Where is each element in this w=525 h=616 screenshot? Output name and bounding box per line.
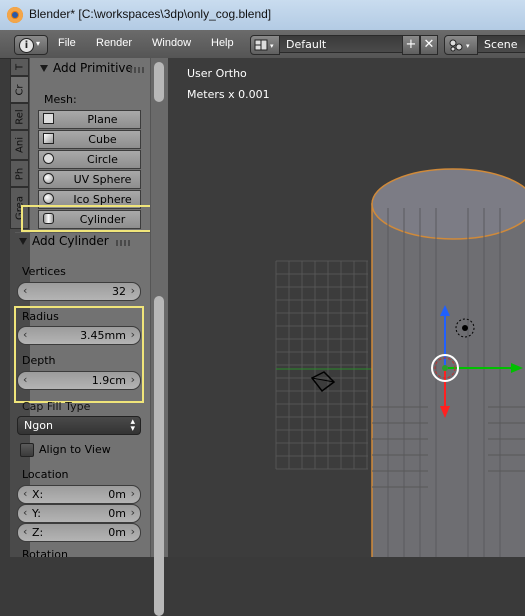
panel-drag-handle-icon[interactable]: [116, 240, 130, 246]
close-icon: ✕: [423, 37, 435, 52]
tab-label: T: [14, 63, 25, 71]
tab-animation[interactable]: Ani: [10, 130, 29, 160]
panel-title: Add Cylinder: [32, 234, 109, 248]
info-icon: i: [19, 38, 34, 53]
vertices-value: 32: [112, 285, 126, 298]
screen-layout-browse-button[interactable]: ▾: [250, 35, 280, 55]
increment-arrow-icon[interactable]: ›: [131, 506, 135, 519]
scroll-thumb-lower[interactable]: [154, 296, 164, 616]
uv-sphere-icon: [43, 173, 54, 184]
viewport-scene: [275, 168, 525, 557]
menu-window[interactable]: Window: [152, 37, 191, 49]
delete-screen-button[interactable]: ✕: [420, 35, 438, 55]
location-x-field[interactable]: ‹ X: 0m ›: [17, 485, 141, 504]
mesh-label: Mesh:: [44, 93, 77, 106]
axis-label: Y:: [32, 507, 41, 520]
tab-create[interactable]: Cr: [10, 76, 29, 103]
location-label: Location: [22, 468, 69, 481]
menu-render[interactable]: Render: [96, 37, 132, 49]
panel-drag-handle-icon[interactable]: [130, 67, 144, 73]
svg-text:▾: ▾: [270, 42, 274, 50]
updown-arrows-icon: ▴ ▾: [130, 417, 135, 434]
scroll-thumb-upper[interactable]: [154, 62, 164, 102]
vertices-field[interactable]: ‹ 32 ›: [17, 282, 141, 301]
vertices-label: Vertices: [22, 265, 66, 278]
button-label: Circle: [87, 153, 118, 166]
chevron-down-icon: ▾: [36, 39, 41, 48]
menu-help[interactable]: Help: [211, 37, 234, 49]
decrement-arrow-icon[interactable]: ‹: [23, 525, 27, 538]
axis-label: X:: [32, 488, 44, 501]
screen-layout-selector: ▾ Default + ✕: [250, 35, 438, 55]
cube-icon: [43, 133, 54, 144]
scene-name-field[interactable]: Scene: [477, 35, 525, 53]
tab-physics[interactable]: Ph: [10, 160, 29, 187]
menu-file[interactable]: File: [58, 37, 76, 49]
editor-type-button[interactable]: i ▾: [14, 35, 48, 55]
3d-viewport[interactable]: User Ortho Meters x 0.001: [168, 58, 525, 557]
location-x-value: 0m: [108, 488, 126, 501]
plane-icon: [43, 113, 54, 124]
increment-arrow-icon[interactable]: ›: [131, 284, 135, 297]
tool-shelf-scrollbar[interactable]: [150, 58, 169, 616]
tab-label: Ph: [14, 167, 25, 180]
layout-grid-icon: ▾: [254, 39, 274, 51]
plus-icon: +: [405, 37, 417, 52]
svg-text:▾: ▾: [466, 42, 470, 50]
add-circle-button[interactable]: Circle: [38, 150, 141, 169]
location-z-value: 0m: [108, 526, 126, 539]
decrement-arrow-icon[interactable]: ‹: [23, 487, 27, 500]
axis-label: Z:: [32, 526, 44, 539]
unit-scale-label: Meters x 0.001: [187, 88, 270, 101]
cap-fill-value: Ngon: [24, 419, 53, 432]
add-plane-button[interactable]: Plane: [38, 110, 141, 129]
align-to-view-checkbox[interactable]: [20, 443, 34, 457]
tab-tools[interactable]: T: [10, 58, 29, 76]
add-uv-sphere-button[interactable]: UV Sphere: [38, 170, 141, 189]
scene-icon: ▾: [449, 39, 470, 52]
tab-label: Rel: [14, 108, 25, 125]
window-title: Blender* [C:\workspaces\3dp\only_cog.ble…: [29, 7, 272, 21]
add-primitive-panel-header[interactable]: Add Primitive: [40, 61, 133, 75]
view-name-label: User Ortho: [187, 67, 247, 80]
increment-arrow-icon[interactable]: ›: [131, 525, 135, 538]
panel-divider: [15, 232, 150, 233]
radius-depth-highlight-box: [14, 306, 144, 403]
location-y-value: 0m: [108, 507, 126, 520]
location-y-field[interactable]: ‹ Y: 0m ›: [17, 504, 141, 523]
screen-layout-name-field[interactable]: Default: [279, 35, 404, 53]
rotation-label: Rotation: [22, 548, 69, 557]
panel-title: Add Primitive: [53, 61, 133, 75]
add-cylinder-panel-header[interactable]: Add Cylinder: [19, 234, 109, 248]
cylinder-object[interactable]: [371, 168, 525, 557]
scene-browse-button[interactable]: ▾: [444, 35, 478, 55]
blender-logo-icon: [7, 7, 23, 23]
align-to-view-label: Align to View: [39, 443, 111, 456]
location-z-field[interactable]: ‹ Z: 0m ›: [17, 523, 141, 542]
ico-sphere-icon: [43, 193, 54, 204]
decrement-arrow-icon[interactable]: ‹: [23, 506, 27, 519]
title-bar: Blender* [C:\workspaces\3dp\only_cog.ble…: [0, 0, 525, 31]
grid-floor: [275, 260, 368, 470]
collapse-triangle-icon: [40, 65, 48, 72]
cap-fill-label: Cap Fill Type: [22, 400, 91, 413]
button-label: Cube: [88, 133, 117, 146]
tab-label: Ani: [14, 137, 25, 153]
button-label: UV Sphere: [73, 173, 132, 186]
scene-selector: ▾ Scene: [444, 35, 525, 55]
button-label: Plane: [87, 113, 118, 126]
cap-fill-type-dropdown[interactable]: Ngon ▴ ▾: [17, 416, 141, 435]
add-screen-button[interactable]: +: [402, 35, 420, 55]
decrement-arrow-icon[interactable]: ‹: [23, 284, 27, 297]
tab-relations[interactable]: Rel: [10, 103, 29, 130]
increment-arrow-icon[interactable]: ›: [131, 487, 135, 500]
cylinder-highlight-box: [21, 205, 157, 232]
circle-icon: [43, 153, 54, 164]
info-header: i ▾ File Render Window Help ▾ Default + …: [0, 30, 525, 59]
tab-label: Cr: [14, 83, 25, 96]
add-cube-button[interactable]: Cube: [38, 130, 141, 149]
collapse-triangle-icon: [19, 238, 27, 245]
